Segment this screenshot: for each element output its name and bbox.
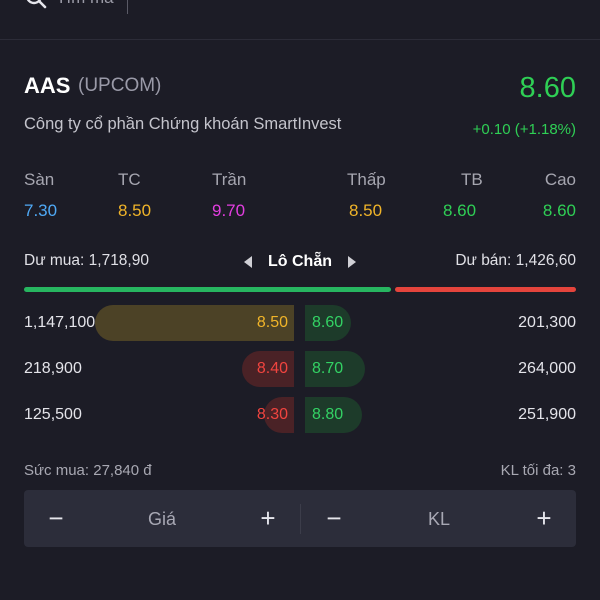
- bid-ratio-bar: [24, 287, 391, 292]
- ask-volume: 264,000: [518, 360, 576, 377]
- ask-ratio-bar: [395, 287, 576, 292]
- bid-volume: 1,147,100: [24, 314, 96, 331]
- exchange-label: (UPCOM): [78, 75, 162, 96]
- orderbook-row[interactable]: 218,900 8.40 8.70 264,000: [0, 351, 600, 387]
- ask-price[interactable]: 8.70: [312, 360, 343, 378]
- current-price: 8.60: [519, 72, 576, 104]
- bid-price[interactable]: 8.50: [257, 314, 288, 332]
- volume-increase-button[interactable]: +: [512, 490, 576, 547]
- bid-price[interactable]: 8.40: [257, 360, 288, 378]
- stock-symbol: AAS: [24, 73, 71, 98]
- bid-volume: 218,900: [24, 360, 82, 377]
- price-increase-button[interactable]: +: [236, 490, 300, 547]
- total-bid-volume: Dư mua: 1,718,90: [24, 252, 149, 269]
- stat-label-floor: Sàn: [24, 170, 55, 189]
- orderbook-row[interactable]: 125,500 8.30 8.80 251,900: [0, 397, 600, 433]
- ask-price[interactable]: 8.80: [312, 406, 343, 424]
- ask-price[interactable]: 8.60: [312, 314, 343, 332]
- search-input[interactable]: Tìm mã: [56, 0, 114, 8]
- lot-type-selector[interactable]: Lô Chẵn: [244, 252, 356, 272]
- total-ask-volume: Dư bán: 1,426,60: [455, 252, 576, 269]
- bid-volume: 125,500: [24, 406, 82, 423]
- order-input-panel: − Giá + − KL +: [24, 490, 576, 547]
- price-decrease-button[interactable]: −: [24, 490, 88, 547]
- price-input[interactable]: Giá: [88, 509, 236, 530]
- stat-value-reference: 8.50: [118, 201, 152, 220]
- stat-value-average: 8.60: [443, 201, 477, 220]
- orderbook-row[interactable]: 1,147,100 8.50 8.60 201,300: [0, 305, 600, 341]
- caret-right-icon[interactable]: [348, 256, 356, 268]
- bid-price[interactable]: 8.30: [257, 406, 288, 424]
- caret-left-icon[interactable]: [244, 256, 252, 268]
- lot-type-label: Lô Chẵn: [268, 253, 332, 270]
- search-icon[interactable]: [24, 0, 48, 10]
- price-change: +0.10 (+1.18%): [472, 121, 576, 138]
- stat-label-average: TB: [461, 170, 483, 189]
- stat-label-reference: TC: [118, 170, 141, 189]
- stat-value-floor: 7.30: [24, 201, 58, 220]
- stat-value-low: 8.50: [349, 201, 383, 220]
- volume-decrease-button[interactable]: −: [302, 490, 366, 547]
- search-divider: [127, 0, 128, 14]
- input-divider: [300, 504, 301, 534]
- stat-value-high: 8.60: [542, 201, 576, 220]
- ask-volume: 251,900: [518, 406, 576, 423]
- ask-volume: 201,300: [518, 314, 576, 331]
- company-name: Công ty cổ phần Chứng khoán SmartInvest: [24, 115, 342, 133]
- stat-label-high: Cao: [544, 170, 576, 189]
- stat-label-ceiling: Trần: [212, 170, 247, 189]
- stat-label-low: Thấp: [347, 170, 386, 189]
- volume-input[interactable]: KL: [366, 509, 512, 530]
- max-volume: KL tối đa: 3: [500, 462, 576, 479]
- stat-value-ceiling: 9.70: [212, 201, 246, 220]
- buying-power: Sức mua: 27,840 đ: [24, 462, 152, 479]
- search-bar[interactable]: Tìm mã: [0, 0, 600, 40]
